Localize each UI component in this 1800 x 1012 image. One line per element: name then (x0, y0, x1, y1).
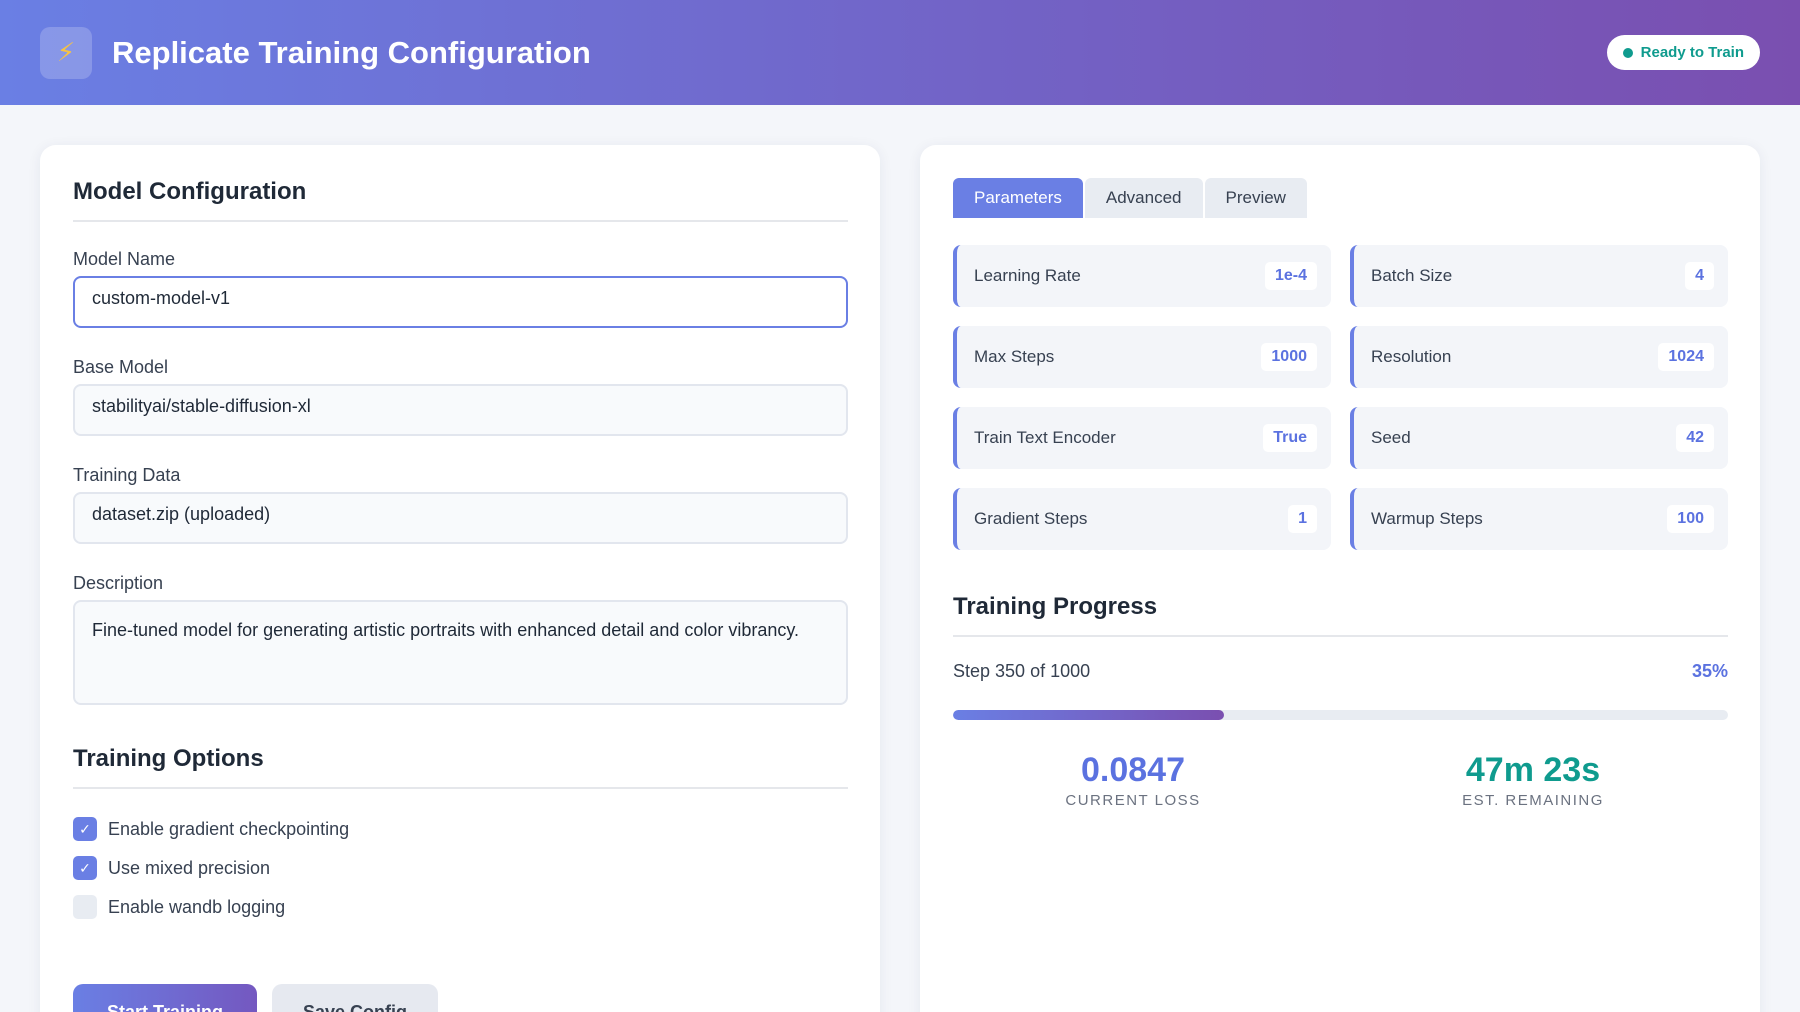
param-value: 1024 (1658, 343, 1714, 371)
param-value: 4 (1685, 262, 1714, 290)
est-remaining-label: EST. REMAINING (1462, 792, 1604, 809)
param-name: Learning Rate (974, 266, 1081, 285)
param-value: 1000 (1261, 343, 1317, 371)
option-label: Enable wandb logging (108, 896, 286, 917)
param-value: 42 (1676, 424, 1714, 452)
param-name: Max Steps (974, 347, 1055, 366)
percent-text: 35% (1691, 661, 1728, 681)
model-name-input[interactable]: custom-model-v1 (73, 276, 848, 328)
option-mixed-precision[interactable]: ✓ Use mixed precision (73, 856, 349, 880)
checkbox-unchecked-icon[interactable] (73, 895, 97, 919)
tab-advanced[interactable]: Advanced (1084, 178, 1203, 218)
checkbox-checked-icon[interactable]: ✓ (73, 856, 97, 880)
param-seed: Seed 42 (1350, 407, 1728, 469)
options-list: ✓ Enable gradient checkpointing ✓ Use mi… (73, 817, 349, 934)
lightning-icon: ⚡ (40, 26, 92, 79)
model-config-title: Model Configuration (73, 178, 848, 222)
training-data-label: Training Data (73, 465, 181, 485)
option-label: Use mixed precision (108, 857, 271, 878)
app-header: ⚡ Replicate Training Configuration Ready… (0, 0, 1800, 105)
status-dot-icon (1622, 47, 1633, 58)
param-name: Warmup Steps (1371, 509, 1483, 528)
status-badge: Ready to Train (1606, 35, 1760, 70)
progress-bar (953, 710, 1728, 720)
step-text: Step 350 of 1000 (953, 661, 1091, 681)
option-wandb-logging[interactable]: Enable wandb logging (73, 895, 349, 919)
param-learning-rate: Learning Rate 1e-4 (953, 245, 1331, 307)
base-model-input[interactable]: stabilityai/stable-diffusion-xl (73, 384, 848, 436)
status-text: Ready to Train (1640, 44, 1744, 61)
training-progress-title: Training Progress (953, 593, 1728, 637)
progress-bar-fill (953, 710, 1225, 720)
param-value: True (1263, 424, 1317, 452)
param-max-steps: Max Steps 1000 (953, 326, 1331, 388)
tab-preview[interactable]: Preview (1204, 178, 1307, 218)
param-name: Seed (1371, 428, 1411, 447)
description-label: Description (73, 573, 164, 593)
training-data-input[interactable]: dataset.zip (uploaded) (73, 492, 848, 544)
param-train-text-encoder: Train Text Encoder True (953, 407, 1331, 469)
param-value: 1 (1288, 505, 1317, 533)
description-textarea[interactable]: Fine-tuned model for generating artistic… (73, 600, 848, 705)
param-name: Gradient Steps (974, 509, 1088, 528)
param-warmup-steps: Warmup Steps 100 (1350, 488, 1728, 550)
model-name-label: Model Name (73, 249, 176, 269)
tab-parameters[interactable]: Parameters (953, 178, 1083, 218)
parameters-card: Parameters Advanced Preview Learning Rat… (920, 145, 1760, 1012)
param-gradient-steps: Gradient Steps 1 (953, 488, 1331, 550)
base-model-group: Base Model stabilityai/stable-diffusion-… (73, 357, 848, 436)
option-label: Enable gradient checkpointing (108, 818, 350, 839)
checkbox-checked-icon[interactable]: ✓ (73, 817, 97, 841)
param-name: Resolution (1371, 347, 1452, 366)
training-options-title: Training Options (73, 745, 848, 789)
current-loss-label: CURRENT LOSS (1065, 792, 1201, 809)
current-loss-value: 0.0847 (1081, 751, 1185, 789)
progress-row: Step 350 of 1000 35% (953, 661, 1728, 682)
param-value: 1e-4 (1264, 262, 1317, 290)
param-resolution: Resolution 1024 (1350, 326, 1728, 388)
start-training-button[interactable]: Start Training (73, 984, 257, 1012)
param-name: Train Text Encoder (974, 428, 1116, 447)
model-config-card: Model Configuration Model Name custom-mo… (40, 145, 880, 1012)
app-title: Replicate Training Configuration (112, 34, 591, 70)
current-loss-stat: 0.0847 CURRENT LOSS (983, 751, 1283, 809)
model-name-group: Model Name custom-model-v1 (73, 249, 848, 328)
option-gradient-checkpointing[interactable]: ✓ Enable gradient checkpointing (73, 817, 349, 841)
tab-bar: Parameters Advanced Preview (953, 178, 1309, 218)
param-name: Batch Size (1371, 266, 1453, 285)
est-remaining-value: 47m 23s (1465, 751, 1601, 789)
parameter-grid: Learning Rate 1e-4 Batch Size 4 Max Step… (953, 245, 1728, 550)
param-value: 100 (1667, 505, 1714, 533)
param-batch-size: Batch Size 4 (1350, 245, 1728, 307)
description-group: Description Fine-tuned model for generat… (73, 573, 848, 705)
base-model-label: Base Model (73, 357, 169, 377)
est-remaining-stat: 47m 23s EST. REMAINING (1383, 751, 1683, 809)
training-data-group: Training Data dataset.zip (uploaded) (73, 465, 848, 544)
save-config-button[interactable]: Save Config (272, 984, 438, 1012)
